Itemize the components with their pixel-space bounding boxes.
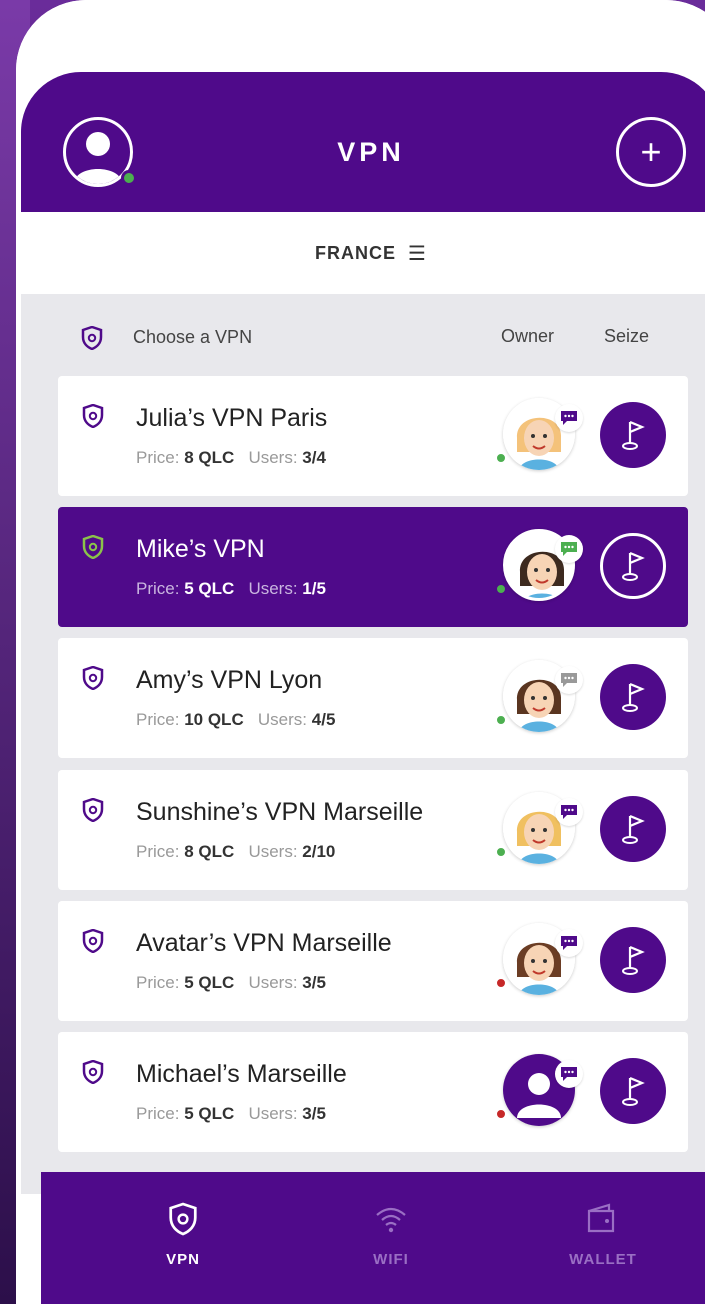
- seize-flag-button[interactable]: [600, 796, 666, 862]
- shield-icon: [82, 535, 104, 559]
- tab-wifi[interactable]: WIFI: [331, 1202, 451, 1268]
- users-value: 3/5: [302, 973, 326, 992]
- price-value: 8 QLC: [184, 448, 235, 467]
- vpn-name: Mike’s VPN: [136, 535, 265, 563]
- vpn-name: Amy’s VPN Lyon: [136, 666, 323, 694]
- region-selector[interactable]: FRANCE ☰: [21, 212, 705, 294]
- price-label: Price:: [136, 1104, 180, 1123]
- flag-icon: [622, 945, 645, 975]
- seize-flag-button[interactable]: [600, 533, 666, 599]
- users-value: 2/10: [302, 842, 336, 861]
- flag-icon: [622, 551, 645, 581]
- flag-icon: [622, 420, 645, 450]
- list-header: Choose a VPN Owner Seize: [21, 294, 705, 374]
- price-value: 5 QLC: [184, 579, 235, 598]
- vpn-name: Sunshine’s VPN Marseille: [136, 798, 424, 826]
- shield-icon: [82, 404, 104, 428]
- flag-icon: [622, 682, 645, 712]
- tab-wallet[interactable]: WALLET: [543, 1202, 663, 1268]
- chat-icon[interactable]: [555, 535, 583, 563]
- shield-icon: [82, 798, 104, 822]
- vpn-meta: Price: 5 QLC Users: 3/5: [136, 1104, 326, 1124]
- vpn-meta: Price: 8 QLC Users: 2/10: [136, 842, 335, 862]
- price-value: 10 QLC: [184, 710, 244, 729]
- price-value: 5 QLC: [184, 973, 235, 992]
- online-status-dot: [121, 170, 137, 186]
- page-title: VPN: [337, 137, 405, 167]
- vpn-name: Avatar’s VPN Marseille: [136, 929, 392, 957]
- shield-icon: [82, 929, 104, 953]
- chat-icon[interactable]: [555, 666, 583, 694]
- app-header: VPN +: [21, 72, 705, 212]
- price-label: Price:: [136, 710, 180, 729]
- price-label: Price:: [136, 973, 180, 992]
- seize-flag-button[interactable]: [600, 664, 666, 730]
- vpn-card[interactable]: Mike’s VPN Price: 5 QLC Users: 1/5: [58, 507, 688, 627]
- users-value: 3/4: [302, 448, 326, 467]
- vpn-name: Julia’s VPN Paris: [136, 404, 328, 432]
- tab-label: WALLET: [569, 1251, 637, 1268]
- seize-column-label: Seize: [604, 326, 650, 346]
- vpn-meta: Price: 10 QLC Users: 4/5: [136, 710, 335, 730]
- users-label: Users:: [248, 973, 298, 992]
- status-dot: [495, 846, 507, 858]
- vpn-meta: Price: 5 QLC Users: 3/5: [136, 973, 326, 993]
- users-label: Users:: [257, 710, 308, 729]
- users-label: Users:: [248, 579, 298, 598]
- price-label: Price:: [136, 448, 180, 467]
- vpn-name: Michael’s Marseille: [136, 1060, 347, 1088]
- wifi-icon: [376, 1207, 406, 1233]
- region-label: FRANCE: [315, 242, 397, 263]
- seize-flag-button[interactable]: [600, 927, 666, 993]
- shield-icon: [82, 666, 104, 690]
- price-value: 8 QLC: [184, 842, 235, 861]
- menu-icon: ☰: [408, 242, 427, 265]
- tab-vpn[interactable]: VPN: [123, 1202, 243, 1268]
- users-label: Users:: [248, 842, 298, 861]
- phone-frame: VPN + FRANCE ☰ Choose a VPN Owner Seize …: [16, 0, 705, 1304]
- vpn-card[interactable]: Avatar’s VPN Marseille Price: 5 QLC User…: [58, 901, 688, 1021]
- choose-vpn-label: Choose a VPN: [133, 327, 253, 347]
- flag-icon: [622, 814, 645, 844]
- status-dot: [495, 714, 507, 726]
- status-dot: [495, 583, 507, 595]
- chat-icon[interactable]: [555, 1060, 583, 1088]
- vpn-card[interactable]: Julia’s VPN Paris Price: 8 QLC Users: 3/…: [58, 376, 688, 496]
- seize-flag-button[interactable]: [600, 402, 666, 468]
- vpn-meta: Price: 5 QLC Users: 1/5: [136, 579, 326, 599]
- status-dot: [495, 977, 507, 989]
- seize-flag-button[interactable]: [600, 1058, 666, 1124]
- users-value: 3/5: [302, 1104, 326, 1123]
- tab-label: WIFI: [373, 1251, 409, 1268]
- owner-column-label: Owner: [501, 326, 555, 346]
- vpn-list: Choose a VPN Owner Seize Julia’s VPN Par…: [21, 294, 705, 1194]
- status-dot: [495, 452, 507, 464]
- shield-icon: [82, 1060, 104, 1084]
- users-value: 1/5: [302, 579, 326, 598]
- wallet-icon: [587, 1203, 615, 1233]
- vpn-meta: Price: 8 QLC Users: 3/4: [136, 448, 326, 468]
- price-label: Price:: [136, 842, 180, 861]
- vpn-card[interactable]: Amy’s VPN Lyon Price: 10 QLC Users: 4/5: [58, 638, 688, 758]
- vpn-card[interactable]: Sunshine’s VPN Marseille Price: 8 QLC Us…: [58, 770, 688, 890]
- bottom-tab-bar: VPN WIFI WALLET: [41, 1172, 705, 1304]
- users-label: Users:: [248, 448, 298, 467]
- price-label: Price:: [136, 579, 180, 598]
- status-dot: [495, 1108, 507, 1120]
- chat-icon[interactable]: [555, 798, 583, 826]
- chat-icon[interactable]: [555, 404, 583, 432]
- flag-icon: [622, 1076, 645, 1106]
- add-vpn-button[interactable]: +: [616, 117, 686, 187]
- price-value: 5 QLC: [184, 1104, 235, 1123]
- tab-label: VPN: [166, 1251, 200, 1268]
- users-label: Users:: [248, 1104, 298, 1123]
- shield-icon: [169, 1202, 197, 1236]
- users-value: 4/5: [311, 710, 336, 729]
- plus-icon: +: [640, 131, 662, 172]
- chat-icon[interactable]: [555, 929, 583, 957]
- vpn-card[interactable]: Michael’s Marseille Price: 5 QLC Users: …: [58, 1032, 688, 1152]
- shield-icon: [81, 326, 103, 350]
